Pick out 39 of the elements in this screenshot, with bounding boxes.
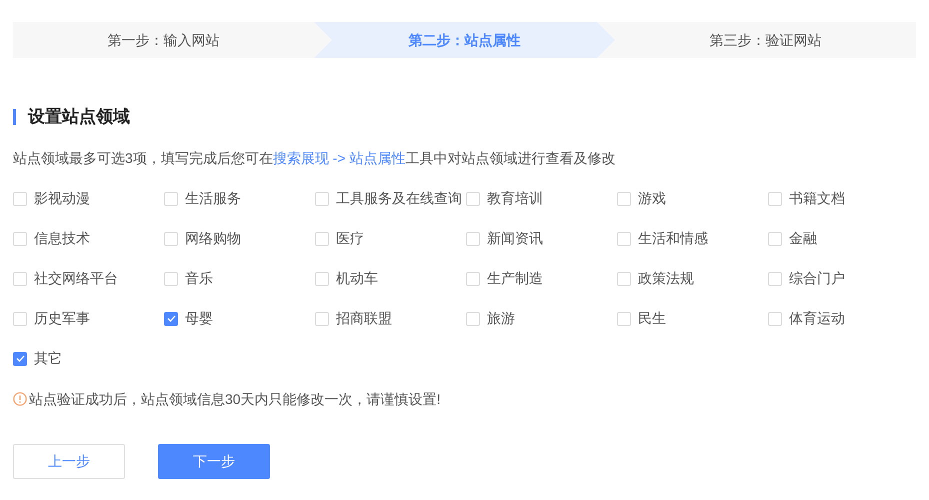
option-label: 网络购物	[185, 229, 241, 248]
warning-text: 站点验证成功后，站点领域信息30天内只能修改一次，请谨慎设置!	[29, 390, 440, 408]
option-label: 音乐	[185, 269, 213, 288]
option-label: 机动车	[336, 269, 378, 288]
option-label: 生产制造	[487, 269, 543, 288]
option-label: 新闻资讯	[487, 229, 543, 248]
check-icon	[166, 315, 176, 322]
option-label: 政策法规	[638, 269, 694, 288]
option-label: 社交网络平台	[34, 269, 118, 288]
checkbox[interactable]	[13, 352, 27, 366]
option-label: 招商联盟	[336, 309, 392, 328]
option-label: 工具服务及在线查询	[336, 189, 462, 208]
option-label: 生活服务	[185, 189, 241, 208]
option-label: 生活和情感	[638, 229, 708, 248]
option-label: 旅游	[487, 309, 515, 328]
option-label: 母婴	[185, 309, 213, 328]
option-label: 医疗	[336, 229, 364, 248]
link[interactable]: 搜索展现 -> 站点属性	[272, 150, 406, 166]
checkbox[interactable]	[164, 312, 178, 326]
option-label: 体育运动	[789, 309, 845, 328]
step-tab[interactable]: 第一步：输入网站	[13, 22, 314, 58]
option-label: 信息技术	[34, 229, 90, 248]
option-label: 其它	[34, 349, 62, 368]
warning-icon	[13, 392, 27, 406]
option-label: 金融	[789, 229, 817, 248]
description-text: 站点领域最多可选3项，填写完成后您可在搜索展现 -> 站点属性工具中对站点领域进行查看及修改	[13, 148, 616, 168]
option-label: 游戏	[638, 189, 666, 208]
option-label: 书籍文档	[789, 189, 845, 208]
option-label: 影视动漫	[34, 189, 90, 208]
step-tab[interactable]: 第三步：验证网站	[615, 22, 916, 58]
next-button[interactable]: 下一步	[158, 444, 270, 478]
option-label: 历史军事	[34, 309, 90, 328]
step-tab[interactable]: 第二步：站点属性	[314, 22, 615, 58]
option-label: 教育培训	[487, 189, 543, 208]
option-label: 民生	[638, 309, 666, 328]
back-button[interactable]: 上一步	[13, 444, 125, 478]
section-title: 设置站点领域	[28, 106, 130, 128]
check-icon	[16, 355, 24, 362]
option-label: 综合门户	[789, 269, 845, 288]
